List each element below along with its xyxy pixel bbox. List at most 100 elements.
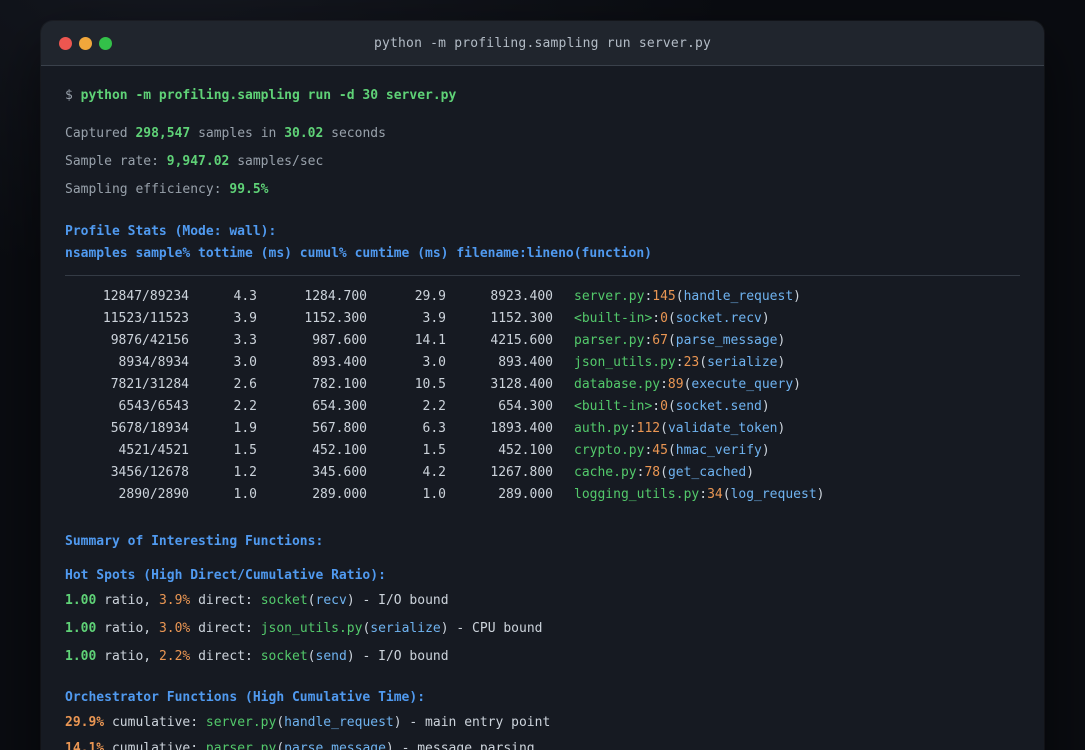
sample-rate-line: Sample rate: 9,947.02 samples/sec: [65, 151, 1020, 173]
function-name: parse_message: [675, 333, 778, 348]
hot-spot-line: 1.00 ratio, 2.2% direct: socket(send) - …: [65, 649, 449, 664]
tottime-value: 452.100: [312, 443, 367, 458]
sample-pct-value: 3.9: [233, 311, 257, 326]
minimize-button[interactable]: [79, 36, 92, 50]
cumul-pct-value: 1.5: [422, 443, 446, 458]
cumtime-value: 1893.400: [490, 421, 553, 436]
cumul-pct-value: 10.5: [414, 377, 446, 392]
function-name: execute_query: [691, 377, 794, 392]
nsamples-value: 2890/2890: [118, 487, 189, 502]
function-location: <built-in>:0(socket.send): [574, 399, 770, 414]
filename: database.py: [574, 377, 661, 392]
cumtime-value: 3128.400: [490, 377, 553, 392]
tottime-value: 1152.300: [304, 311, 367, 326]
sample-rate-label: Sample rate:: [65, 154, 159, 169]
sample-pct-value: 1.9: [233, 421, 257, 436]
tottime-value: 893.400: [312, 355, 367, 370]
nsamples-value: 12847/89234: [102, 289, 189, 304]
function-location: server.py:145(handle_request): [574, 289, 801, 304]
orchestrators-list: 29.9% cumulative: server.py(handle_reque…: [65, 712, 1020, 750]
line-number: 145: [652, 289, 676, 304]
sample-pct-value: 2.6: [233, 377, 257, 392]
terminal-output[interactable]: $ python -m profiling.sampling run -d 30…: [41, 85, 1044, 750]
cumtime-value: 8923.400: [490, 289, 553, 304]
filename: auth.py: [574, 421, 629, 436]
nsamples-value: 3456/12678: [110, 465, 189, 480]
profile-table-row: 8934/8934 3.0 893.400 3.0 893.400 json_utils.…: [65, 352, 1020, 374]
nsamples-value: 9876/42156: [110, 333, 189, 348]
profile-table-row: 7821/31284 2.6 782.100 10.5 3128.400 database…: [65, 374, 1020, 396]
line-number: 67: [652, 333, 668, 348]
cumul-pct-value: 4.2: [422, 465, 446, 480]
target-name: server.py: [205, 715, 277, 730]
filename: parser.py: [574, 333, 645, 348]
nsamples-value: 4521/4521: [118, 443, 189, 458]
cumul-pct-value: 1.0: [422, 487, 446, 502]
filename: crypto.py: [574, 443, 645, 458]
summary-heading: Summary of Interesting Functions:: [65, 534, 324, 549]
command-line: $ python -m profiling.sampling run -d 30…: [65, 85, 1020, 107]
direct-pct-value: 2.2%: [158, 649, 191, 664]
filename: logging_utils.py: [574, 487, 700, 502]
sample-rate-suffix: samples/sec: [237, 154, 324, 169]
sample-pct-value: 1.5: [233, 443, 257, 458]
terminal-titlebar[interactable]: python -m profiling.sampling run server.…: [41, 21, 1044, 66]
cumtime-value: 893.400: [498, 355, 553, 370]
nsamples-value: 7821/31284: [110, 377, 189, 392]
tottime-value: 345.600: [312, 465, 367, 480]
filename: cache.py: [574, 465, 637, 480]
nsamples-value: 8934/8934: [118, 355, 189, 370]
ratio-value: 1.00: [65, 593, 97, 608]
cumtime-value: 1152.300: [490, 311, 553, 326]
zoom-button[interactable]: [99, 36, 112, 50]
efficiency-label: Sampling efficiency:: [65, 182, 222, 197]
desktop-background: python -m profiling.sampling run server.…: [0, 0, 1085, 750]
cumtime-value: 654.300: [498, 399, 553, 414]
function-name: handle_request: [683, 289, 794, 304]
direct-pct-value: 3.9%: [158, 593, 191, 608]
function-name: send: [315, 649, 347, 664]
filename: server.py: [574, 289, 645, 304]
function-name: parse_message: [284, 741, 386, 750]
close-button[interactable]: [59, 36, 72, 50]
tottime-value: 289.000: [312, 487, 367, 502]
cumtime-value: 289.000: [498, 487, 553, 502]
function-name: recv: [315, 593, 347, 608]
table-divider: [65, 275, 1020, 276]
profile-columns-header: nsamples sample% tottime (ms) cumul% cum…: [65, 246, 652, 261]
line-number: 34: [707, 487, 723, 502]
profile-table-row: 11523/11523 3.9 1152.300 3.9 1152.300 <built-…: [65, 308, 1020, 330]
orchestrator-line: 29.9% cumulative: server.py(handle_reque…: [65, 715, 551, 730]
line-number: 45: [652, 443, 668, 458]
profile-table-row: 9876/42156 3.3 987.600 14.1 4215.600 parser.p…: [65, 330, 1020, 352]
captured-line: Captured 298,547 samples in 30.02 second…: [65, 123, 1020, 145]
direct-pct-value: 3.0%: [158, 621, 191, 636]
line-number: 78: [644, 465, 661, 480]
hot-spot-line: 1.00 ratio, 3.0% direct: json_utils.py(s…: [65, 621, 543, 636]
cumul-pct-value: 14.1: [414, 333, 446, 348]
profile-table-row: 3456/12678 1.2 345.600 4.2 1267.800 cache.py:…: [65, 462, 1020, 484]
hot-spots-heading: Hot Spots (High Direct/Cumulative Ratio)…: [65, 568, 386, 583]
cumtime-value: 1267.800: [490, 465, 553, 480]
ratio-value: 1.00: [65, 649, 97, 664]
filename: <built-in>: [574, 311, 653, 326]
tottime-value: 567.800: [312, 421, 367, 436]
cumul-pct-value: 3.9: [422, 311, 446, 326]
function-location: json_utils.py:23(serialize): [574, 355, 786, 370]
profile-table-row: 2890/2890 1.0 289.000 1.0 289.000 logging_uti…: [65, 484, 1020, 506]
cumul-pct-value: 6.3: [422, 421, 446, 436]
orchestrator-line: 14.1% cumulative: parser.py(parse_messag…: [65, 738, 1020, 750]
filename: <built-in>: [574, 399, 653, 414]
nsamples-value: 6543/6543: [118, 399, 189, 414]
cumulative-pct-value: 14.1%: [65, 741, 105, 750]
sample-pct-value: 3.3: [233, 333, 257, 348]
command-text: python -m profiling.sampling run -d 30 s…: [80, 88, 457, 103]
sample-pct-value: 4.3: [233, 289, 257, 304]
window-title: python -m profiling.sampling run server.…: [373, 35, 712, 51]
captured-suffix-label: seconds: [331, 126, 386, 141]
captured-duration-value: 30.02: [284, 126, 324, 141]
shell-prompt: $: [65, 88, 73, 103]
nsamples-value: 5678/18934: [110, 421, 189, 436]
cumtime-value: 4215.600: [490, 333, 553, 348]
nsamples-value: 11523/11523: [102, 311, 189, 326]
